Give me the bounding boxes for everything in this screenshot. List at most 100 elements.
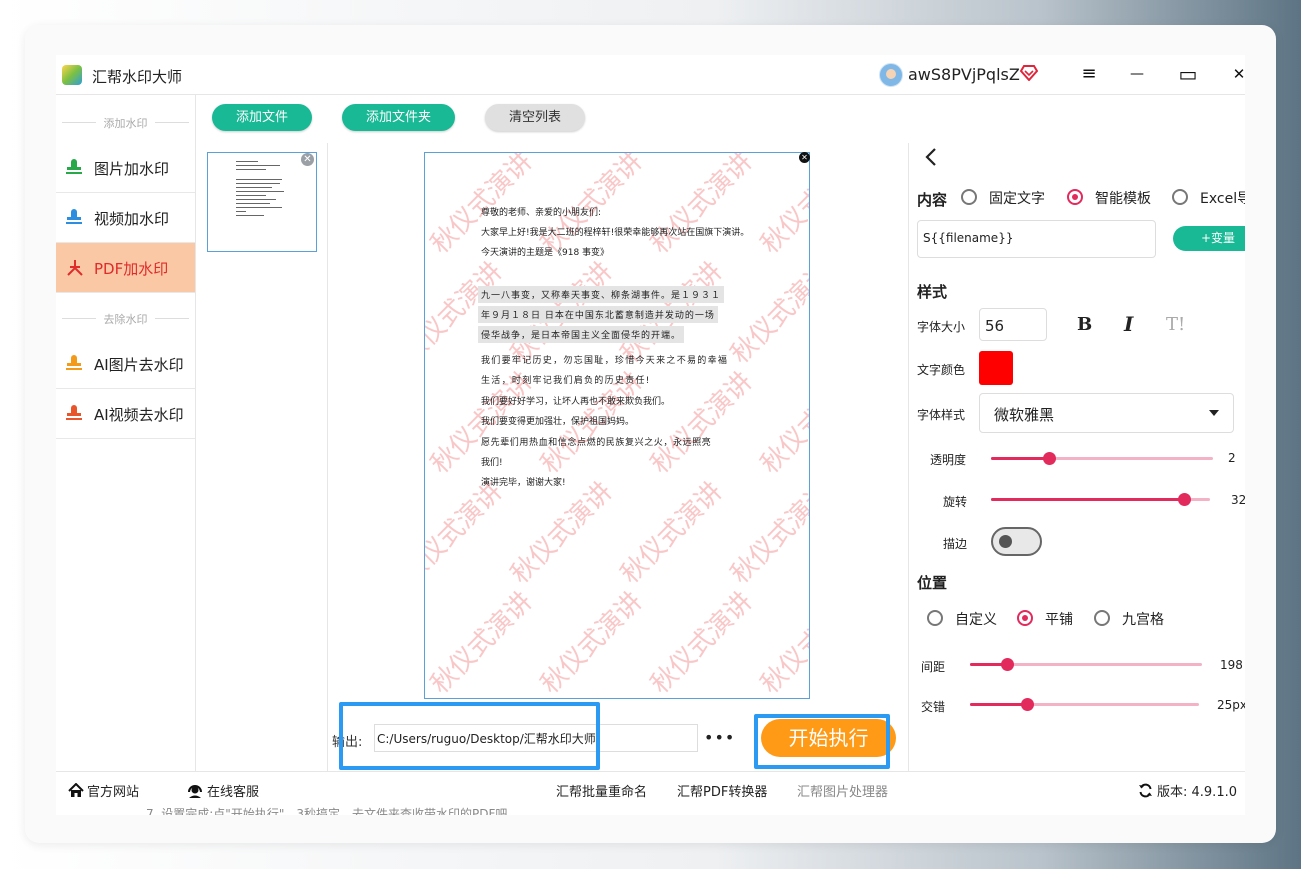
image-processor-link[interactable]: 汇帮图片处理器	[797, 781, 888, 800]
content-heading: 内容	[917, 191, 948, 209]
browse-more-icon[interactable]: •••	[704, 728, 735, 747]
stamp-icon	[66, 209, 82, 225]
headset-icon	[187, 783, 203, 802]
remove-file-icon[interactable]: ✕	[301, 153, 314, 166]
vip-heart-icon[interactable]	[1019, 65, 1039, 85]
refresh-icon[interactable]	[1138, 783, 1153, 802]
position-radio-2[interactable]	[1094, 610, 1110, 626]
outline-toggle[interactable]	[991, 527, 1042, 556]
outline-label: 描边	[943, 537, 968, 551]
opacity-value: 2	[1228, 451, 1236, 465]
online-support-link[interactable]: 在线客服	[187, 781, 259, 802]
position-radio-label[interactable]: 自定义	[955, 609, 997, 629]
sidebar-item-remove-1[interactable]: AI视频去水印	[56, 389, 195, 439]
document-line: 今天演讲的主题是《918 事变》	[481, 248, 610, 258]
close-preview-icon[interactable]: ✕	[799, 152, 810, 163]
watermark-text: 秋仪式演讲	[725, 476, 810, 590]
menu-icon[interactable]: ≡	[1074, 61, 1104, 87]
batch-rename-link[interactable]: 汇帮批量重命名	[556, 781, 647, 800]
sidebar-item-label: 图片加水印	[94, 160, 170, 178]
position-radio-label[interactable]: 平铺	[1045, 609, 1073, 629]
sidebar-item-remove-0[interactable]: AI图片去水印	[56, 339, 195, 389]
watermark-text: 秋仪式演讲	[645, 366, 759, 480]
content-radio-2[interactable]	[1172, 189, 1188, 205]
document-line: 生活，时刻牢记我们肩负的历史责任!	[481, 376, 651, 386]
opacity-knob[interactable]	[1042, 452, 1056, 465]
text-color-label: 文字颜色	[917, 363, 966, 377]
sidebar-item-add-1[interactable]: 视频加水印	[56, 193, 195, 243]
opacity-slider[interactable]	[991, 452, 1213, 465]
sidebar-item-add-0[interactable]: 图片加水印	[56, 143, 195, 193]
stamp-icon	[66, 159, 82, 175]
add-folder-button[interactable]: 添加文件夹	[342, 104, 455, 131]
sidebar-item-label: PDF加水印	[94, 260, 169, 278]
version-info: 版本: 4.9.1.0	[1138, 781, 1237, 802]
file-thumbnail[interactable]	[207, 152, 317, 252]
text-color-swatch[interactable]	[979, 351, 1013, 385]
position-radio-1[interactable]	[1017, 610, 1033, 626]
italic-button[interactable]: I	[1124, 312, 1133, 336]
font-size-value: 56	[985, 317, 1005, 335]
stamp-icon	[66, 405, 82, 421]
highlight-box-output	[339, 702, 600, 770]
content-radio-1[interactable]	[1067, 189, 1083, 205]
spacing-slider[interactable]	[970, 658, 1202, 671]
opacity-label: 透明度	[930, 453, 967, 467]
avatar[interactable]	[879, 63, 903, 87]
back-arrow-icon[interactable]	[924, 147, 938, 173]
section-label-add: 添加水印	[56, 115, 195, 131]
watermark-text: 秋仪式演讲	[645, 152, 759, 260]
font-select[interactable]: 微软雅黑	[979, 393, 1234, 433]
sidebar-item-label: 视频加水印	[94, 210, 170, 228]
version-label: 版本: 4.9.1.0	[1157, 785, 1237, 800]
close-button[interactable]: ✕	[1224, 61, 1245, 87]
bold-button[interactable]: B	[1077, 314, 1092, 335]
rotation-fill	[991, 498, 1184, 501]
pdf-converter-link[interactable]: 汇帮PDF转换器	[677, 781, 767, 800]
document-line: 年９月１８日 日本在中国东北蓄意制造并发动的一场	[478, 306, 718, 323]
watermark-text: 秋仪式演讲	[425, 586, 539, 699]
sidebar-item-add-2[interactable]: PDF加水印	[56, 243, 195, 293]
position-radio-label[interactable]: 九宫格	[1122, 609, 1164, 629]
official-website-label: 官方网站	[87, 785, 140, 800]
rotation-slider[interactable]	[991, 493, 1210, 506]
title-bar: 汇帮水印大师 awS8PVjPqlsZ ≡ — ▭ ✕	[56, 55, 1245, 95]
stamp-icon	[66, 355, 82, 371]
background-instruction-text: 7. 设置完成:点"开始执行"，3秒搞定。去文件夹查收带水印的PDF吧。	[146, 807, 520, 815]
app-window: 汇帮水印大师 awS8PVjPqlsZ ≡ — ▭ ✕ 添加水印 图片加水印视频…	[56, 55, 1245, 815]
highlight-box-start	[754, 714, 890, 769]
document-line: 侵华战争，是日本帝国主义全面侵华的开端。	[478, 326, 685, 343]
stamp-icon	[66, 259, 83, 276]
stagger-slider[interactable]	[970, 698, 1199, 711]
spacing-value: 198	[1220, 658, 1243, 672]
text-type-button[interactable]: T!	[1166, 314, 1185, 335]
rotation-label: 旋转	[943, 495, 968, 509]
content-radio-label[interactable]: Excel导	[1200, 188, 1245, 208]
document-line: 尊敬的老师、亲爱的小朋友们:	[481, 208, 602, 218]
watermark-text: 秋仪式演讲	[755, 586, 810, 699]
font-size-label: 字体大小	[917, 320, 966, 334]
content-radio-label[interactable]: 智能模板	[1095, 188, 1151, 208]
maximize-button[interactable]: ▭	[1173, 61, 1203, 87]
add-variable-button[interactable]: +变量	[1173, 226, 1245, 251]
template-input[interactable]: S{{filename}}	[917, 220, 1156, 258]
section-label-remove: 去除水印	[56, 311, 195, 327]
online-support-label: 在线客服	[207, 785, 260, 800]
minimize-button[interactable]: —	[1122, 61, 1152, 87]
watermark-text: 秋仪式演讲	[755, 152, 810, 260]
app-title: 汇帮水印大师	[92, 68, 183, 86]
position-radio-0[interactable]	[927, 610, 943, 626]
font-select-value: 微软雅黑	[994, 406, 1055, 424]
content-radio-label[interactable]: 固定文字	[989, 188, 1045, 208]
watermark-text: 秋仪式演讲	[645, 586, 759, 699]
clear-list-button[interactable]: 清空列表	[485, 104, 585, 131]
add-file-button[interactable]: 添加文件	[212, 104, 312, 131]
template-value: S{{filename}}	[923, 231, 1014, 245]
username[interactable]: awS8PVjPqlsZ	[908, 65, 1020, 84]
official-website-link[interactable]: 官方网站	[68, 781, 139, 802]
watermark-text: 秋仪式演讲	[505, 476, 619, 590]
content-radio-0[interactable]	[961, 189, 977, 205]
document-line: 愿先辈们用热血和信念点燃的民族复兴之火，永远照亮	[481, 438, 712, 448]
font-size-input[interactable]: 56	[979, 308, 1047, 341]
rotation-knob[interactable]	[1177, 493, 1191, 506]
